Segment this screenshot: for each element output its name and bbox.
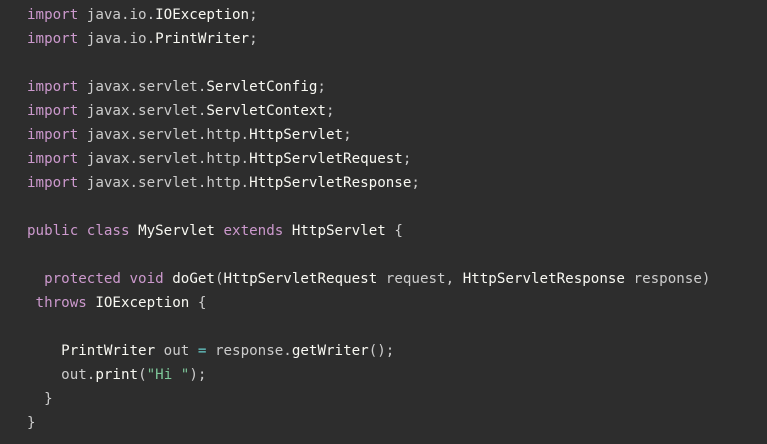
code-token: IOException [95, 295, 190, 311]
code-token: HttpServletResponse [462, 271, 625, 287]
code-token: IOException [155, 7, 250, 23]
code-token: javax.servlet.http. [78, 151, 250, 167]
code-block: import java.io.IOException; import java.i… [0, 0, 767, 444]
code-line: import javax.servlet.http.HttpServletReq… [27, 147, 767, 171]
code-token: ; [317, 79, 326, 95]
code-token: javax.servlet. [78, 79, 207, 95]
code-token: import [27, 127, 79, 143]
code-token: java.io. [78, 31, 156, 47]
code-token: class [86, 223, 130, 239]
code-token: import [27, 103, 79, 119]
code-token: import [27, 7, 79, 23]
code-token: } [27, 415, 36, 431]
code-token: ServletConfig [206, 79, 318, 95]
code-token: ServletContext [206, 103, 326, 119]
code-token: void [129, 271, 164, 287]
code-lines: import java.io.IOException; import java.i… [27, 3, 767, 435]
code-token: { [385, 223, 403, 239]
code-line: import java.io.IOException; [27, 3, 767, 27]
code-token: ( [138, 367, 147, 383]
code-token: } [27, 391, 53, 407]
code-token: ( [214, 271, 224, 287]
code-line: throws IOException { [27, 291, 767, 315]
code-line: import javax.servlet.http.HttpServletRes… [27, 171, 767, 195]
code-line: import javax.servlet.ServletContext; [27, 99, 767, 123]
code-token: import [27, 175, 79, 191]
code-token: ) [701, 271, 711, 287]
code-token: HttpServletResponse [249, 175, 412, 191]
code-token: (); [368, 343, 395, 359]
code-token: throws [35, 295, 87, 311]
code-token: HttpServlet [249, 127, 344, 143]
code-token: { [189, 295, 207, 311]
code-token: . [283, 343, 292, 359]
code-token: "Hi " [146, 367, 190, 383]
code-token: getWriter [291, 343, 369, 359]
code-token: ; [411, 175, 420, 191]
code-token: MyServlet [138, 223, 215, 239]
code-token: ; [249, 31, 258, 47]
code-token: ; [325, 103, 335, 119]
code-line: protected void doGet(HttpServletRequest … [27, 267, 767, 291]
code-token: response [206, 343, 284, 359]
code-line: } [27, 411, 767, 435]
code-token: javax.servlet.http. [78, 127, 250, 143]
code-token: PrintWriter [61, 343, 156, 359]
code-line: import javax.servlet.http.HttpServlet; [27, 123, 767, 147]
code-token: out [155, 343, 198, 359]
code-token: import [27, 31, 79, 47]
code-line: out.print("Hi "); [27, 363, 767, 387]
code-token: javax.servlet. [78, 103, 207, 119]
code-token: print [95, 367, 139, 383]
code-token: response [624, 271, 702, 287]
code-token: extends [223, 223, 284, 239]
code-token: javax.servlet.http. [78, 175, 250, 191]
code-token: public [27, 223, 79, 239]
code-token: PrintWriter [155, 31, 250, 47]
code-token: import [27, 151, 79, 167]
code-token: import [27, 79, 79, 95]
code-line: import javax.servlet.ServletConfig; [27, 75, 767, 99]
code-token: request [377, 271, 446, 287]
code-token: , [445, 271, 455, 287]
code-line: public class MyServlet extends HttpServl… [27, 219, 767, 243]
code-line: PrintWriter out = response.getWriter(); [27, 339, 767, 363]
code-token: HttpServletRequest [249, 151, 403, 167]
code-token: ; [249, 7, 258, 23]
code-token: ; [402, 151, 412, 167]
code-token: java.io. [78, 7, 156, 23]
code-token: HttpServlet [291, 223, 386, 239]
code-line: import java.io.PrintWriter; [27, 27, 767, 51]
code-line: } [27, 387, 767, 411]
code-token: protected [44, 271, 121, 287]
code-token: doGet [172, 271, 215, 287]
code-token: HttpServletRequest [223, 271, 378, 287]
code-token: ; [343, 127, 352, 143]
code-token: out [27, 367, 87, 383]
code-token: ); [189, 367, 207, 383]
